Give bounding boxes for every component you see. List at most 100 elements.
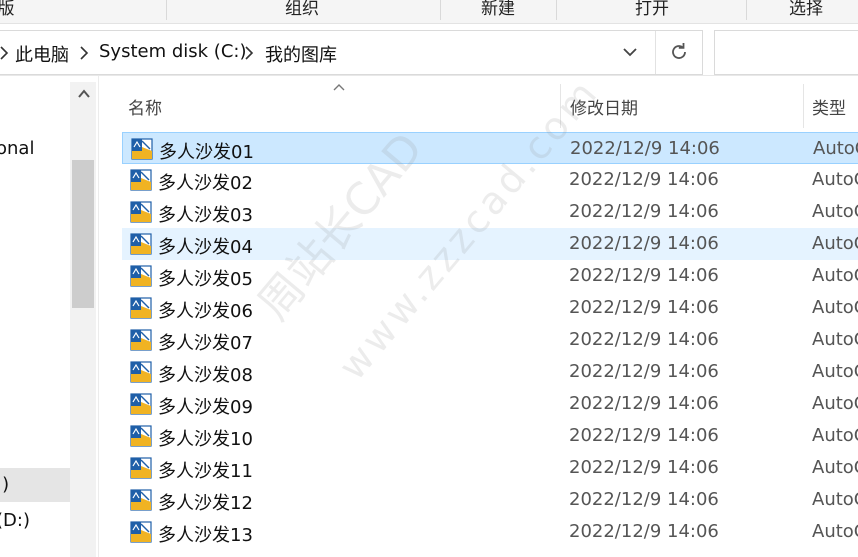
autocad-drawing-icon <box>130 393 152 415</box>
breadcrumb-system-disk[interactable]: System disk (C:) <box>99 41 246 62</box>
autocad-drawing-icon <box>130 361 152 383</box>
file-row[interactable]: 多人沙发09 2022/12/9 14:06 AutoC <box>122 388 858 420</box>
search-input[interactable] <box>714 30 858 75</box>
breadcrumb-gallery[interactable]: 我的图库 <box>265 41 337 67</box>
autocad-drawing-icon <box>130 521 152 543</box>
file-type: AutoC <box>812 169 858 190</box>
file-modified-date: 2022/12/9 14:06 <box>569 169 719 190</box>
ribbon-divider <box>440 0 441 20</box>
file-name[interactable]: 多人沙发01 <box>159 138 254 164</box>
file-row[interactable]: 多人沙发10 2022/12/9 14:06 AutoC <box>122 420 858 452</box>
ribbon-divider <box>556 0 557 20</box>
file-modified-date: 2022/12/9 14:06 <box>569 457 719 478</box>
chevron-up-icon[interactable] <box>76 86 92 102</box>
ribbon-divider <box>166 0 167 20</box>
file-modified-date: 2022/12/9 14:06 <box>569 521 719 542</box>
file-row[interactable]: 多人沙发11 2022/12/9 14:06 AutoC <box>122 452 858 484</box>
autocad-drawing-icon <box>130 329 152 351</box>
column-header-date[interactable]: 修改日期 <box>570 94 638 119</box>
chevron-down-icon[interactable] <box>622 44 638 60</box>
nav-item-c-drive[interactable]: :) <box>0 474 9 495</box>
file-name[interactable]: 多人沙发10 <box>158 425 253 451</box>
column-header-type[interactable]: 类型 <box>812 94 846 119</box>
file-type: AutoC <box>812 425 858 446</box>
autocad-drawing-icon <box>131 138 153 160</box>
navigation-pane: onal :) (D:) <box>0 76 100 557</box>
file-row[interactable]: 多人沙发12 2022/12/9 14:06 AutoC <box>122 484 858 516</box>
file-name[interactable]: 多人沙发06 <box>158 297 253 323</box>
file-name[interactable]: 多人沙发05 <box>158 265 253 291</box>
file-type: AutoC <box>812 329 858 350</box>
file-type: AutoC <box>812 233 858 254</box>
column-header-name[interactable]: 名称 <box>128 94 162 119</box>
file-modified-date: 2022/12/9 14:06 <box>570 138 720 159</box>
autocad-drawing-icon <box>130 265 152 287</box>
file-type: AutoC <box>812 489 858 510</box>
ribbon-divider <box>746 0 747 20</box>
file-row[interactable]: 多人沙发13 2022/12/9 14:06 AutoC <box>122 516 858 548</box>
file-name[interactable]: 多人沙发13 <box>158 521 253 547</box>
file-type: AutoC <box>812 361 858 382</box>
ribbon-group-bar: 版 组织 新建 打开 选择 <box>0 0 858 24</box>
column-divider[interactable] <box>560 84 561 128</box>
file-type: AutoC <box>812 521 858 542</box>
nav-item-d-drive[interactable]: (D:) <box>0 510 30 531</box>
file-name[interactable]: 多人沙发11 <box>158 457 253 483</box>
column-divider[interactable] <box>803 84 804 128</box>
file-row[interactable]: 多人沙发06 2022/12/9 14:06 AutoC <box>122 292 858 324</box>
nav-pane-border <box>98 76 99 557</box>
file-type: AutoC <box>813 138 858 159</box>
file-modified-date: 2022/12/9 14:06 <box>569 265 719 286</box>
file-row[interactable]: 多人沙发01 2022/12/9 14:06 AutoC <box>122 132 858 164</box>
file-modified-date: 2022/12/9 14:06 <box>569 233 719 254</box>
autocad-drawing-icon <box>130 297 152 319</box>
file-modified-date: 2022/12/9 14:06 <box>569 425 719 446</box>
chevron-right-icon <box>0 46 9 60</box>
file-type: AutoC <box>812 393 858 414</box>
file-row[interactable]: 多人沙发02 2022/12/9 14:06 AutoC <box>122 164 858 196</box>
nav-scrollbar-thumb[interactable] <box>72 160 94 308</box>
nav-scrollbar-track[interactable] <box>70 82 96 557</box>
file-list: 多人沙发01 2022/12/9 14:06 AutoC 多人沙发02 2022/12/… <box>100 128 858 557</box>
file-name[interactable]: 多人沙发09 <box>158 393 253 419</box>
autocad-drawing-icon <box>130 425 152 447</box>
chevron-right-icon[interactable] <box>79 45 89 61</box>
ribbon-group-clipboard[interactable]: 版 <box>0 0 16 24</box>
file-name[interactable]: 多人沙发04 <box>158 233 253 259</box>
address-bar[interactable]: 此电脑 System disk (C:) 我的图库 <box>0 30 703 75</box>
ribbon-group-organize[interactable]: 组织 <box>280 0 324 24</box>
file-name[interactable]: 多人沙发12 <box>158 489 253 515</box>
autocad-drawing-icon <box>130 169 152 191</box>
chevron-right-icon[interactable] <box>244 45 254 61</box>
autocad-drawing-icon <box>130 233 152 255</box>
file-type: AutoC <box>812 201 858 222</box>
ribbon-group-select[interactable]: 选择 <box>784 0 828 24</box>
file-row[interactable]: 多人沙发07 2022/12/9 14:06 AutoC <box>122 324 858 356</box>
autocad-drawing-icon <box>130 201 152 223</box>
ribbon-group-open[interactable]: 打开 <box>630 0 674 24</box>
file-modified-date: 2022/12/9 14:06 <box>569 201 719 222</box>
nav-item-selected-bg <box>0 468 70 502</box>
file-row[interactable]: 多人沙发05 2022/12/9 14:06 AutoC <box>122 260 858 292</box>
file-type: AutoC <box>812 457 858 478</box>
file-modified-date: 2022/12/9 14:06 <box>569 489 719 510</box>
file-name[interactable]: 多人沙发03 <box>158 201 253 227</box>
file-name[interactable]: 多人沙发07 <box>158 329 253 355</box>
file-name[interactable]: 多人沙发02 <box>158 169 253 195</box>
ribbon-group-new[interactable]: 新建 <box>476 0 520 24</box>
sort-ascending-icon <box>333 84 345 91</box>
breadcrumb-this-pc[interactable]: 此电脑 <box>15 41 69 67</box>
file-modified-date: 2022/12/9 14:06 <box>569 361 719 382</box>
file-row[interactable]: 多人沙发08 2022/12/9 14:06 AutoC <box>122 356 858 388</box>
address-bar-area: 此电脑 System disk (C:) 我的图库 <box>0 24 858 76</box>
autocad-drawing-icon <box>130 489 152 511</box>
file-type: AutoC <box>812 297 858 318</box>
nav-item-personal[interactable]: onal <box>0 138 34 159</box>
file-modified-date: 2022/12/9 14:06 <box>569 297 719 318</box>
refresh-icon[interactable] <box>667 40 691 64</box>
file-row[interactable]: 多人沙发04 2022/12/9 14:06 AutoC <box>122 228 858 260</box>
file-row[interactable]: 多人沙发03 2022/12/9 14:06 AutoC <box>122 196 858 228</box>
file-name[interactable]: 多人沙发08 <box>158 361 253 387</box>
column-header-bar: 名称 修改日期 类型 <box>100 76 858 128</box>
file-modified-date: 2022/12/9 14:06 <box>569 329 719 350</box>
